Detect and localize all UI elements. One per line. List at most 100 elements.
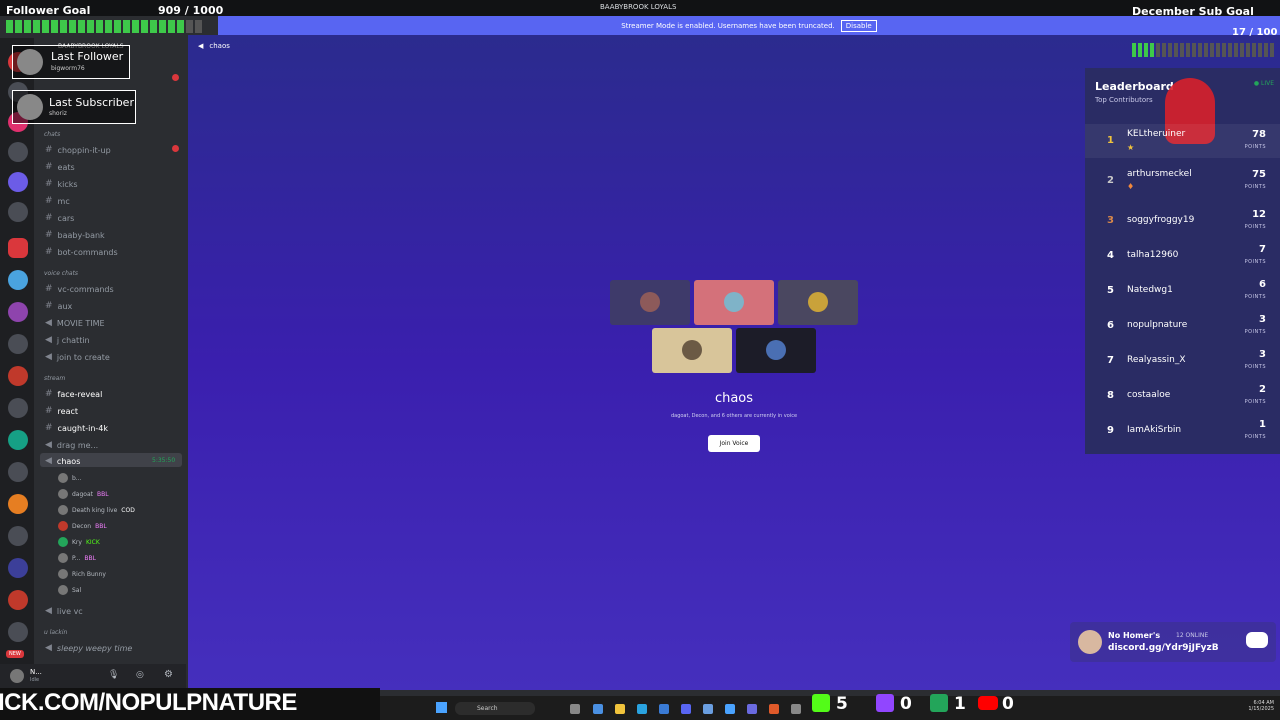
notification-badge: [172, 74, 179, 81]
hash-icon: #: [45, 301, 53, 311]
join-voice-button[interactable]: Join Voice: [708, 435, 760, 452]
channel-kicks[interactable]: # kicks: [45, 179, 78, 189]
twitch-icon: [876, 694, 894, 712]
server-icon[interactable]: [8, 202, 28, 222]
channel-baaby-bank[interactable]: # baaby-bank: [45, 230, 105, 240]
folder-icon[interactable]: [615, 704, 625, 714]
server-icon[interactable]: [8, 302, 28, 322]
speaker-icon: ◀: [45, 643, 52, 653]
goal-segment: [168, 20, 175, 33]
app-icon[interactable]: [791, 704, 801, 714]
leaderboard-row: 9 IamAkiSrbin 1 POINTS: [1107, 419, 1266, 440]
task-view-icon[interactable]: [570, 704, 580, 714]
channel-caught-in-4k[interactable]: # caught-in-4k: [45, 423, 108, 433]
channel-vc-commands[interactable]: # vc-commands: [45, 284, 114, 294]
channel-chaos[interactable]: ◀ chaos: [45, 456, 80, 466]
channel-join-to-create[interactable]: ◀ join to create: [45, 352, 110, 362]
windows-icon[interactable]: [436, 702, 447, 713]
voice-user[interactable]: dagoat BBL: [58, 489, 109, 499]
voice-user[interactable]: Decon BBL: [58, 521, 107, 531]
goal-segment: [1186, 43, 1190, 57]
server-icon[interactable]: [8, 494, 28, 514]
leaderboard-row: 2 arthursmeckel ♦ 75 POINTS: [1107, 169, 1266, 191]
channel-cars[interactable]: # cars: [45, 213, 74, 223]
speaker-icon: ◀: [45, 440, 52, 450]
channel-react[interactable]: # react: [45, 406, 78, 416]
discord-server-name: No Homer's: [1108, 631, 1161, 640]
goal-segment: [141, 20, 148, 33]
discord-card: No Homer's 12 ONLINE discord.gg/Ydr9jJFy…: [1070, 622, 1276, 662]
category-stream[interactable]: stream: [44, 375, 65, 382]
voice-user[interactable]: Death king live COD: [58, 505, 135, 515]
voice-tile[interactable]: [736, 328, 816, 373]
server-icon[interactable]: [8, 622, 28, 642]
discord-online: 12 ONLINE: [1176, 632, 1209, 639]
server-icon[interactable]: [8, 526, 28, 546]
taskbar-search[interactable]: Search: [455, 702, 535, 715]
channel-j-chattin[interactable]: ◀ j chattin: [45, 335, 90, 345]
mic-icon[interactable]: 🎙: [108, 670, 119, 680]
channel-live-vc[interactable]: ◀ live vc: [45, 606, 83, 616]
server-icon[interactable]: [8, 238, 28, 258]
server-icon[interactable]: [8, 590, 28, 610]
app-icon[interactable]: [703, 704, 713, 714]
voice-user[interactable]: Sal: [58, 585, 81, 595]
new-badge: NEW: [6, 650, 24, 658]
avatar: [58, 505, 68, 515]
gear-icon[interactable]: ⚙: [164, 669, 173, 680]
voice-title: chaos: [714, 391, 754, 406]
category-voice-chats[interactable]: voice chats: [44, 270, 78, 277]
server-icon[interactable]: [8, 142, 28, 162]
store-icon[interactable]: [659, 704, 669, 714]
channel-bot-commands[interactable]: # bot-commands: [45, 247, 118, 257]
channel-choppin-it-up[interactable]: # choppin-it-up: [45, 145, 111, 155]
channel-mc[interactable]: # mc: [45, 196, 70, 206]
voice-tile[interactable]: [610, 280, 690, 325]
leaderboard-row: 8 costaaloe 2 POINTS: [1107, 384, 1266, 405]
channel-eats[interactable]: # eats: [45, 162, 75, 172]
server-icon[interactable]: [8, 398, 28, 418]
server-icon[interactable]: [8, 172, 28, 192]
server-icon[interactable]: [8, 430, 28, 450]
browser-icon[interactable]: [593, 704, 603, 714]
channel-sleepy[interactable]: ◀ sleepy weepy time: [45, 643, 132, 653]
avatar[interactable]: [10, 669, 24, 683]
voice-tile[interactable]: [778, 280, 858, 325]
discord-app-icon[interactable]: [681, 704, 691, 714]
app-icon[interactable]: [725, 704, 735, 714]
server-icon[interactable]: [8, 366, 28, 386]
leaderboard-subtitle: Top Contributors: [1095, 96, 1153, 104]
streamer-mode-text: Streamer Mode is enabled. Usernames have…: [621, 21, 835, 30]
speaker-icon: ◀: [45, 456, 52, 466]
channel-face-reveal[interactable]: # face-reveal: [45, 389, 102, 399]
app-icon[interactable]: [747, 704, 757, 714]
voice-user[interactable]: Kry KICK: [58, 537, 100, 547]
channel-aux[interactable]: # aux: [45, 301, 72, 311]
voice-user[interactable]: Rich Bunny: [58, 569, 106, 579]
server-icon[interactable]: [8, 334, 28, 354]
server-icon[interactable]: [8, 558, 28, 578]
avatar: [58, 473, 68, 483]
category-chats[interactable]: chats: [44, 131, 60, 138]
goal-segment: [114, 20, 121, 33]
disable-streamer-button[interactable]: Disable: [840, 19, 877, 32]
voice-tile[interactable]: [694, 280, 774, 325]
leaderboard-row: 3 soggyfroggy19 12 POINTS: [1107, 209, 1266, 230]
channel-movie-time[interactable]: ◀ MOVIE TIME: [45, 318, 105, 328]
voice-tile[interactable]: [652, 328, 732, 373]
discord-link[interactable]: discord.gg/Ydr9jJFyzB: [1108, 643, 1219, 653]
category-u-lackin[interactable]: u lackin: [44, 629, 67, 636]
hash-icon: #: [45, 179, 53, 189]
edge-icon[interactable]: [637, 704, 647, 714]
headphones-icon[interactable]: ◎: [136, 670, 144, 680]
app-icon[interactable]: [769, 704, 779, 714]
goal-segment: [1234, 43, 1238, 57]
server-icon[interactable]: [8, 462, 28, 482]
hash-icon: #: [45, 145, 53, 155]
avatar: [58, 489, 68, 499]
server-icon[interactable]: [8, 270, 28, 290]
channel-drag-me[interactable]: ◀ drag me...: [45, 440, 98, 450]
green-platform-count: 1: [954, 694, 966, 714]
voice-user[interactable]: P... BBL: [58, 553, 96, 563]
voice-user[interactable]: b...: [58, 473, 82, 483]
